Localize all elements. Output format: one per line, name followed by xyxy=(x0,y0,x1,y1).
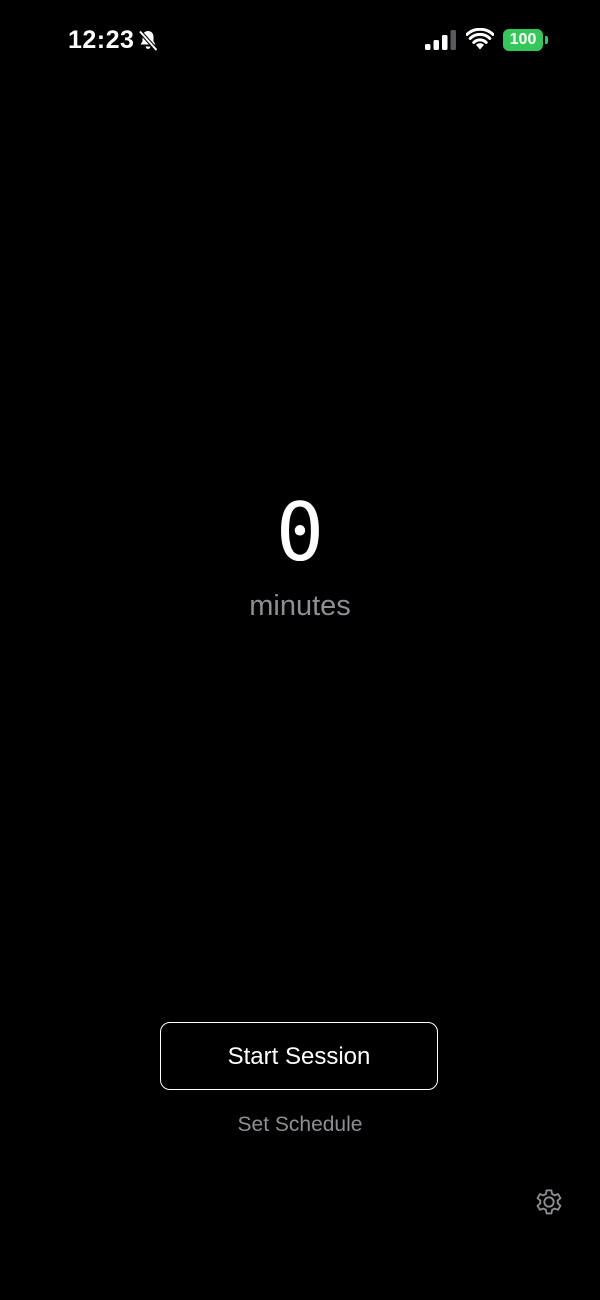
battery-indicator: 100 xyxy=(503,29,549,51)
cellular-signal-icon xyxy=(425,30,456,50)
status-bar: 12:23 100 xyxy=(0,0,600,80)
set-schedule-link[interactable]: Set Schedule xyxy=(0,1113,600,1137)
minutes-label: minutes xyxy=(249,590,351,622)
minutes-counter: 0 xyxy=(275,486,325,579)
battery-level: 100 xyxy=(509,31,537,48)
wifi-icon xyxy=(466,28,494,50)
battery-cap xyxy=(545,36,548,44)
bell-slash-icon xyxy=(138,30,158,52)
start-session-button[interactable]: Start Session xyxy=(160,1022,438,1090)
gear-icon[interactable] xyxy=(532,1185,566,1219)
status-time: 12:23 xyxy=(68,26,135,54)
